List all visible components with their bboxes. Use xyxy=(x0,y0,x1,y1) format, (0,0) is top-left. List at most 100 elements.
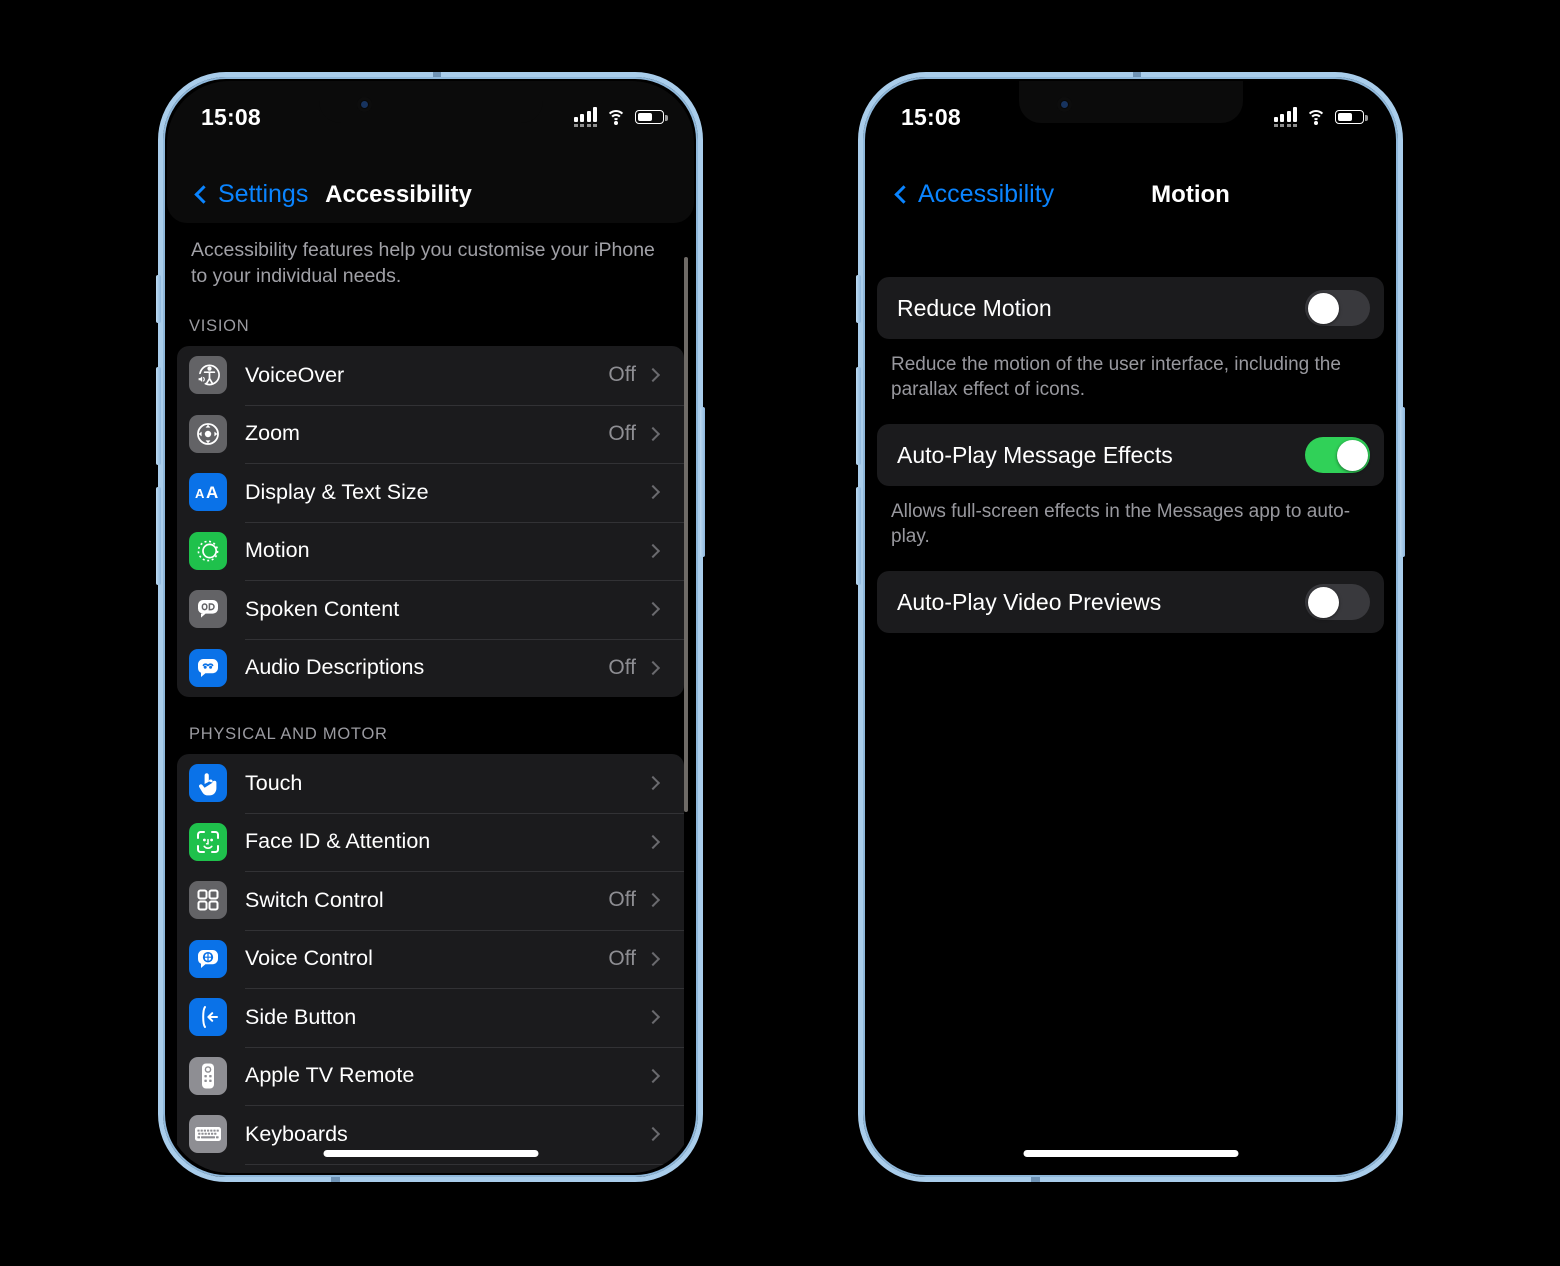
chevron-right-icon xyxy=(645,893,661,908)
footnote-reduce-motion: Reduce the motion of the user interface,… xyxy=(891,354,1341,400)
volume-up-button[interactable] xyxy=(856,367,861,465)
setting-group-auto-play-video-previews: Auto-Play Video Previews xyxy=(877,571,1384,633)
back-button-settings[interactable]: Settings xyxy=(194,180,309,209)
chevron-right-icon xyxy=(645,660,661,675)
front-camera xyxy=(356,97,372,112)
power-button[interactable] xyxy=(1400,407,1405,557)
row-audio-descriptions[interactable]: Audio Descriptions Off xyxy=(177,638,684,698)
section-header-physical-motor: PHYSICAL AND MOTOR xyxy=(189,725,388,743)
spoken-content-icon xyxy=(189,590,227,629)
antenna-tick-top xyxy=(433,72,441,77)
back-button-label: Accessibility xyxy=(918,180,1055,208)
touch-icon xyxy=(189,764,227,803)
auto-play-video-previews-toggle[interactable] xyxy=(1305,584,1370,620)
row-spoken-content[interactable]: Spoken Content xyxy=(177,580,684,639)
apple-tv-remote-icon xyxy=(189,1056,227,1095)
back-button-accessibility[interactable]: Accessibility xyxy=(894,180,1055,209)
row-label: Display & Text Size xyxy=(245,479,429,504)
row-label: Keyboards xyxy=(245,1121,348,1146)
volume-down-button[interactable] xyxy=(156,487,161,585)
antenna-tick-bottom xyxy=(1031,1177,1040,1182)
notch xyxy=(318,81,543,123)
volume-down-button[interactable] xyxy=(856,487,861,585)
home-indicator[interactable] xyxy=(1023,1150,1238,1157)
battery-icon xyxy=(1335,110,1368,124)
home-indicator[interactable] xyxy=(323,1150,538,1157)
row-voiceover[interactable]: VoiceOver Off xyxy=(177,346,684,405)
row-reduce-motion[interactable]: Reduce Motion xyxy=(877,277,1384,339)
screenshot-stage: 15:08 Settings Accessibility Accessibili… xyxy=(0,0,1560,1266)
silent-switch-button[interactable] xyxy=(156,275,161,323)
row-voice-control[interactable]: Voice Control Off xyxy=(177,929,684,989)
row-apple-tv-remote[interactable]: Apple TV Remote xyxy=(177,1046,684,1106)
setting-label: Auto-Play Video Previews xyxy=(897,588,1162,615)
chevron-right-icon xyxy=(645,426,661,441)
power-button[interactable] xyxy=(700,407,705,557)
auto-play-message-effects-toggle[interactable] xyxy=(1305,437,1370,473)
chevron-right-icon xyxy=(645,485,661,500)
row-switch-control[interactable]: Switch Control Off xyxy=(177,871,684,930)
wifi-icon xyxy=(606,109,626,125)
chevron-right-icon xyxy=(645,776,661,791)
row-label: VoiceOver xyxy=(245,362,345,387)
settings-scroll-area[interactable]: Accessibility features help you customis… xyxy=(167,223,694,1173)
toggle-knob xyxy=(1336,439,1368,471)
settings-group-vision: VoiceOver Off Zoom Off A A Display & Tex… xyxy=(177,346,684,697)
row-value: Off xyxy=(608,421,636,445)
audio-descriptions-icon xyxy=(189,648,227,687)
cellular-signal-icon xyxy=(1273,107,1297,127)
back-button-label: Settings xyxy=(218,180,309,208)
row-value: Off xyxy=(608,888,636,912)
row-value: Off xyxy=(608,363,636,387)
wifi-icon xyxy=(1306,109,1326,125)
setting-group-reduce-motion: Reduce Motion xyxy=(877,277,1384,339)
silent-switch-button[interactable] xyxy=(856,275,861,323)
volume-up-button[interactable] xyxy=(156,367,161,465)
chevron-right-icon xyxy=(645,602,661,617)
motion-settings-area: Reduce Motion Reduce the motion of the u… xyxy=(867,223,1394,1173)
row-partial-next[interactable] xyxy=(177,1163,684,1174)
reduce-motion-toggle[interactable] xyxy=(1305,290,1370,326)
chevron-right-icon xyxy=(645,951,661,966)
row-face-id-attention[interactable]: Face ID & Attention xyxy=(177,812,684,872)
switch-control-icon xyxy=(189,881,227,920)
row-side-button[interactable]: Side Button xyxy=(177,988,684,1047)
footnote-auto-play-message-effects: Allows full-screen effects in the Messag… xyxy=(891,501,1351,547)
scroll-indicator[interactable] xyxy=(684,257,688,812)
row-motion[interactable]: Motion xyxy=(177,521,684,581)
row-label: Voice Control xyxy=(245,946,373,971)
chevron-right-icon xyxy=(645,543,661,558)
face-id-icon xyxy=(189,822,227,861)
front-camera xyxy=(1056,97,1072,112)
toggle-knob xyxy=(1307,292,1339,324)
row-label: Zoom xyxy=(245,421,300,446)
zoom-icon xyxy=(189,414,227,453)
row-label: Apple TV Remote xyxy=(245,1063,415,1088)
row-label: Side Button xyxy=(245,1004,357,1029)
chevron-right-icon xyxy=(645,1010,661,1025)
row-auto-play-message-effects[interactable]: Auto-Play Message Effects xyxy=(877,424,1384,486)
row-label: Switch Control xyxy=(245,887,384,912)
row-zoom[interactable]: Zoom Off xyxy=(177,404,684,464)
accessibility-screen: 15:08 Settings Accessibility Accessibili… xyxy=(167,81,694,1173)
antenna-tick-top xyxy=(1133,72,1141,77)
chevron-right-icon xyxy=(645,1068,661,1083)
chevron-left-icon xyxy=(194,185,213,204)
chevron-left-icon xyxy=(894,185,913,204)
voice-control-icon xyxy=(189,939,227,978)
row-auto-play-video-previews[interactable]: Auto-Play Video Previews xyxy=(877,571,1384,633)
motion-icon xyxy=(189,531,227,570)
row-display-text-size[interactable]: A A Display & Text Size xyxy=(177,463,684,522)
keyboards-icon xyxy=(189,1115,227,1154)
row-label: Audio Descriptions xyxy=(245,655,425,680)
status-time: 15:08 xyxy=(901,103,961,130)
chevron-right-icon xyxy=(645,368,661,383)
voiceover-icon xyxy=(189,356,227,395)
battery-icon xyxy=(635,110,668,124)
side-button-icon xyxy=(189,998,227,1037)
motion-screen: 15:08 Accessibility Motion Reduce Motion… xyxy=(867,81,1394,1173)
notch xyxy=(1018,81,1243,123)
setting-label: Reduce Motion xyxy=(897,294,1052,321)
row-touch[interactable]: Touch xyxy=(177,754,684,813)
section-header-vision: VISION xyxy=(189,317,250,335)
